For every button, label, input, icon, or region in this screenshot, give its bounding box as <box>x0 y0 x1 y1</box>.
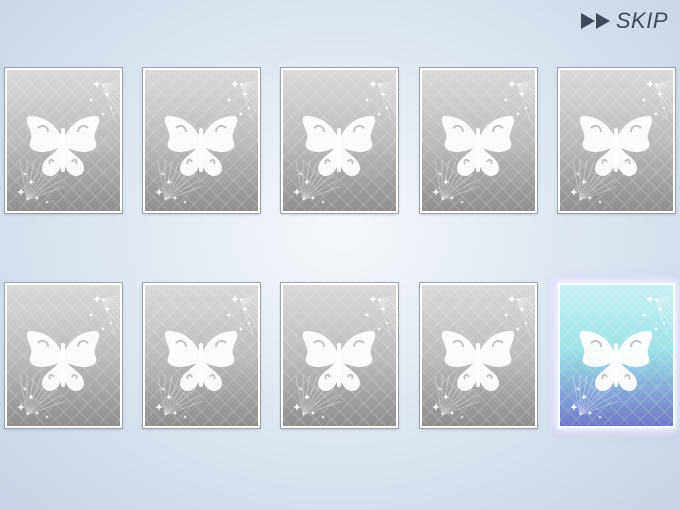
card-back-1-4[interactable] <box>420 68 537 213</box>
card-back-art <box>422 70 535 211</box>
card-back-art <box>283 70 396 211</box>
card-back-1-5[interactable] <box>558 68 675 213</box>
card-grid <box>0 0 680 510</box>
card-back-art <box>283 285 396 426</box>
card-back-art <box>7 285 120 426</box>
card-back-art <box>560 70 673 211</box>
card-back-art <box>560 285 673 426</box>
card-back-1-3[interactable] <box>281 68 398 213</box>
card-back-2-1[interactable] <box>5 283 122 428</box>
card-back-2-3[interactable] <box>281 283 398 428</box>
card-back-2-4[interactable] <box>420 283 537 428</box>
card-back-1-2[interactable] <box>143 68 260 213</box>
card-back-1-1[interactable] <box>5 68 122 213</box>
card-back-art <box>422 285 535 426</box>
card-back-2-5[interactable] <box>558 283 675 428</box>
card-back-art <box>145 70 258 211</box>
card-back-art <box>7 70 120 211</box>
card-back-art <box>145 285 258 426</box>
card-back-2-2[interactable] <box>143 283 260 428</box>
